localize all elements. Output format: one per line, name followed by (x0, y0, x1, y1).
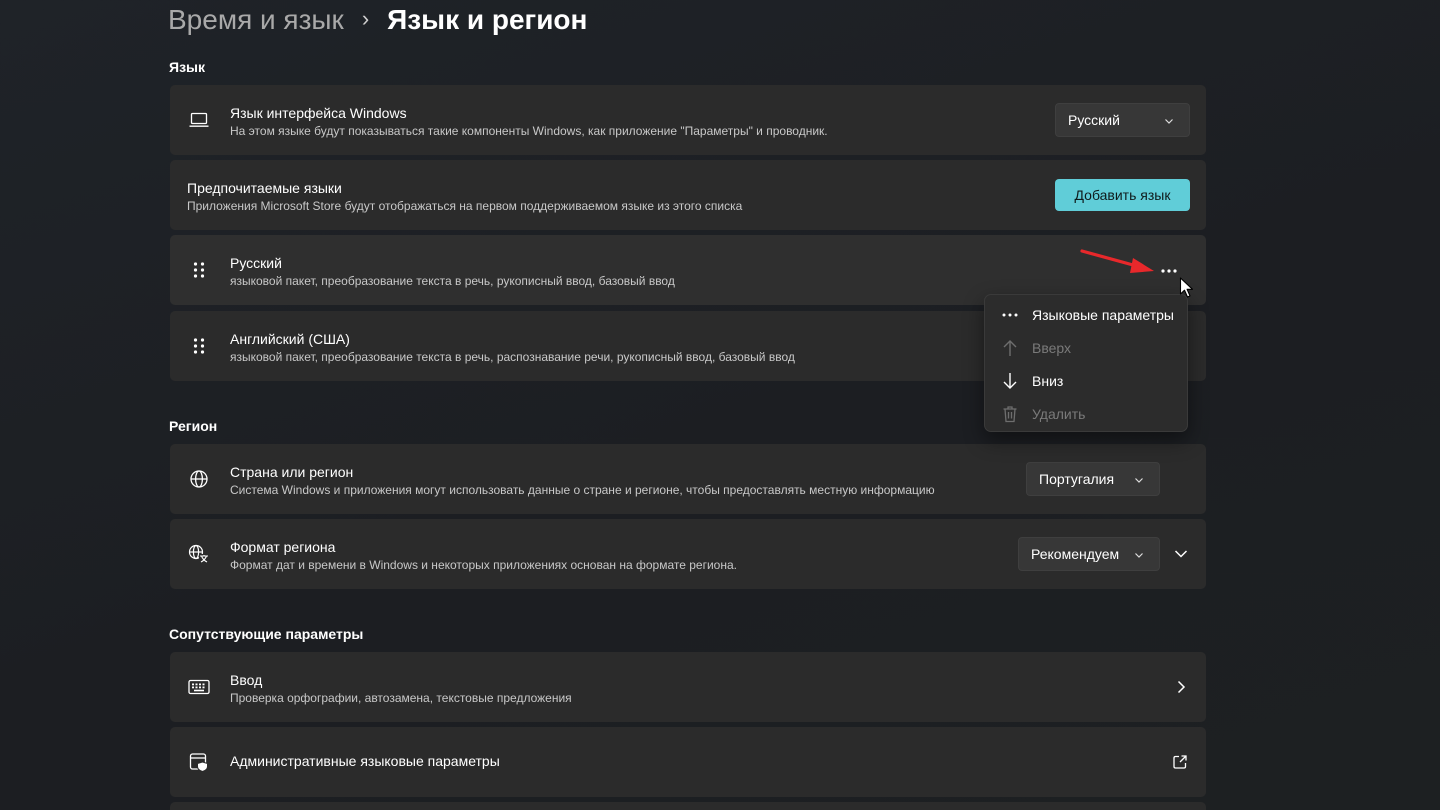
language-name: Русский (230, 255, 282, 271)
country-text: Страна или регион Система Windows и прил… (230, 463, 935, 498)
chevron-down-icon (1163, 114, 1175, 130)
language-name: Английский (США) (230, 331, 350, 347)
country-subtitle: Система Windows и приложения могут испол… (230, 483, 935, 497)
display-language-text: Язык интерфейса Windows На этом языке бу… (230, 104, 828, 139)
preferred-languages-title: Предпочитаемые языки (187, 180, 342, 196)
breadcrumb-parent-link[interactable]: Время и язык (168, 4, 344, 36)
keyboard-icon (188, 677, 210, 697)
section-title-region: Регион (169, 418, 218, 434)
display-language-card: Язык интерфейса Windows На этом языке бу… (170, 85, 1206, 155)
menu-item-move-down[interactable]: Вниз (989, 366, 1183, 396)
menu-item-label: Вверх (1032, 340, 1072, 356)
breadcrumb-separator: › (361, 6, 370, 31)
breadcrumb: Время и язык › Язык и регион (168, 2, 587, 38)
chevron-right-icon (1175, 679, 1187, 700)
globe-icon (188, 469, 210, 489)
next-card-partial (170, 802, 1206, 810)
regional-format-value: Рекомендуем (1031, 546, 1120, 562)
menu-item-label: Вниз (1032, 373, 1064, 389)
drag-handle-icon[interactable] (192, 337, 206, 355)
language-format-icon (188, 544, 210, 564)
country-card: Страна или регион Система Windows и прил… (170, 444, 1206, 514)
preferred-languages-card: Предпочитаемые языки Приложения Microsof… (170, 160, 1206, 230)
expand-chevron-icon[interactable] (1173, 547, 1189, 566)
annotation-arrow-icon (1078, 246, 1156, 276)
typing-title: Ввод (230, 672, 263, 688)
preferred-languages-text: Предпочитаемые языки Приложения Microsof… (187, 179, 742, 214)
regional-format-text: Формат региона Формат дат и времени в Wi… (230, 538, 737, 573)
section-title-language: Язык (169, 59, 205, 75)
admin-shield-icon (188, 752, 210, 772)
typing-text: Ввод Проверка орфографии, автозамена, те… (230, 671, 572, 706)
arrow-up-icon (999, 337, 1021, 359)
chevron-down-icon (1133, 473, 1145, 489)
regional-format-title: Формат региона (230, 539, 336, 555)
menu-item-label: Удалить (1032, 406, 1086, 422)
menu-item-language-options[interactable]: Языковые параметры (989, 300, 1183, 330)
external-link-icon (1172, 754, 1188, 775)
admin-language-card[interactable]: Административные языковые параметры (170, 727, 1206, 797)
regional-format-dropdown[interactable]: Рекомендуем (1018, 537, 1160, 571)
more-icon (999, 304, 1021, 326)
language-features: языковой пакет, преобразование текста в … (230, 350, 795, 364)
menu-item-move-up[interactable]: Вверх (989, 333, 1183, 363)
language-item-text: Русский языковой пакет, преобразование т… (230, 254, 675, 289)
regional-format-card[interactable]: Формат региона Формат дат и времени в Wi… (170, 519, 1206, 589)
language-features: языковой пакет, преобразование текста в … (230, 274, 675, 288)
display-language-value: Русский (1068, 112, 1120, 128)
menu-item-label: Языковые параметры (1032, 307, 1174, 323)
country-value: Португалия (1039, 471, 1115, 487)
mouse-cursor-icon (1179, 277, 1195, 299)
typing-card[interactable]: Ввод Проверка орфографии, автозамена, те… (170, 652, 1206, 722)
section-title-related: Сопутствующие параметры (169, 626, 364, 642)
language-options-menu: Языковые параметры Вверх Вниз Удалить (984, 294, 1188, 432)
typing-subtitle: Проверка орфографии, автозамена, текстов… (230, 691, 572, 705)
laptop-icon (188, 110, 210, 130)
drag-handle-icon[interactable] (192, 261, 206, 279)
country-dropdown[interactable]: Португалия (1026, 462, 1160, 496)
arrow-down-icon (999, 370, 1021, 392)
preferred-languages-subtitle: Приложения Microsoft Store будут отображ… (187, 199, 743, 213)
regional-format-subtitle: Формат дат и времени в Windows и некотор… (230, 558, 737, 572)
add-language-button[interactable]: Добавить язык (1055, 179, 1190, 211)
chevron-down-icon (1133, 548, 1145, 564)
menu-item-remove[interactable]: Удалить (989, 399, 1183, 429)
display-language-dropdown[interactable]: Русский (1055, 103, 1190, 137)
admin-language-title: Административные языковые параметры (230, 753, 500, 769)
country-title: Страна или регион (230, 464, 354, 480)
language-item-text: Английский (США) языковой пакет, преобра… (230, 330, 795, 365)
display-language-subtitle: На этом языке будут показываться такие к… (230, 124, 828, 138)
trash-icon (999, 403, 1021, 425)
display-language-title: Язык интерфейса Windows (230, 105, 407, 121)
page-title: Язык и регион (387, 4, 588, 35)
